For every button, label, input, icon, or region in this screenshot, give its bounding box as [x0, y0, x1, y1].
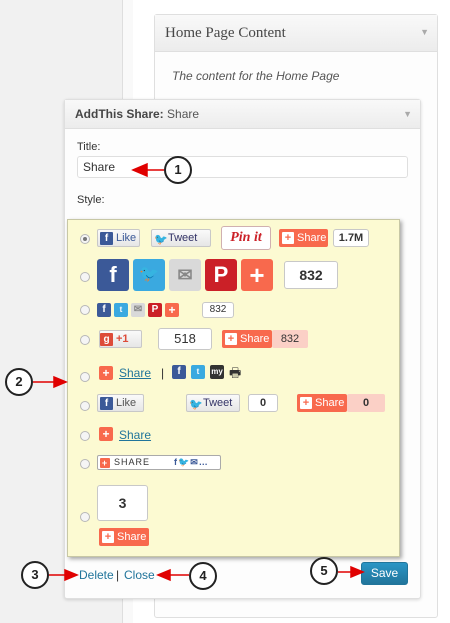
- arrow-1-head: [131, 162, 148, 178]
- arrow-4-head: [156, 568, 171, 582]
- arrow-5-head: [350, 565, 365, 579]
- arrow-2-head: [53, 375, 68, 389]
- arrow-3-head: [64, 568, 79, 582]
- callout-arrows: [33, 162, 365, 582]
